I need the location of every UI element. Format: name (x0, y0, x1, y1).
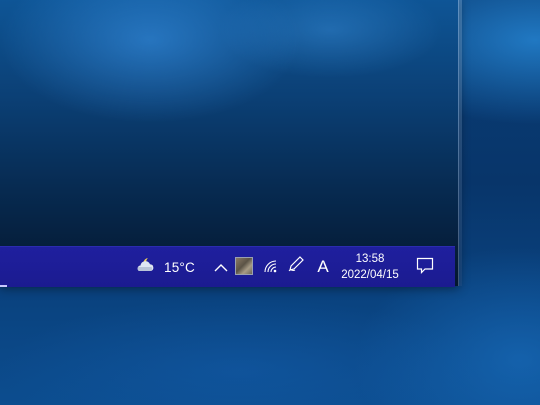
action-center-icon (416, 257, 434, 278)
active-app-indicator (0, 285, 7, 287)
wifi-icon (263, 258, 279, 277)
application-window[interactable]: 15°C A 13:58 2022/04/15 (0, 0, 462, 287)
partly-cloudy-night-icon (134, 255, 164, 279)
input-method-indicator[interactable]: A (313, 254, 333, 280)
app-tray-icon (235, 257, 253, 275)
action-center-button[interactable] (414, 256, 436, 278)
chevron-up-icon (214, 258, 228, 277)
desktop-background (0, 290, 540, 405)
clock-time: 13:58 (355, 253, 385, 265)
pen-workspace-icon (287, 255, 305, 277)
app-tray-button[interactable] (235, 257, 253, 275)
network-button[interactable] (261, 257, 281, 277)
weather-widget[interactable]: 15°C (134, 253, 202, 281)
pen-workspace-button[interactable] (286, 256, 306, 276)
clock-date: 2022/04/15 (341, 269, 399, 281)
weather-temperature: 15°C (164, 259, 195, 275)
window-border (458, 0, 462, 286)
show-hidden-icons-button[interactable] (212, 255, 230, 279)
taskbar: 15°C A 13:58 2022/04/15 (0, 246, 455, 287)
clock-button[interactable]: 13:58 2022/04/15 (336, 250, 404, 284)
